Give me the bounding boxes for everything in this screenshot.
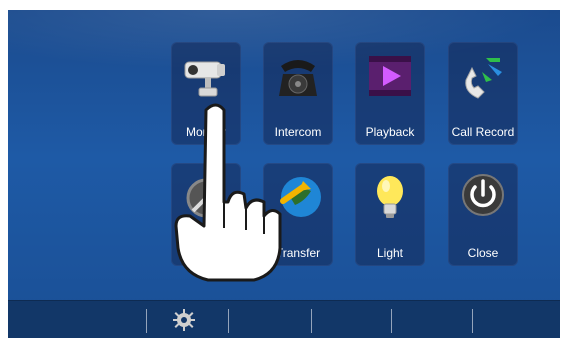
do-not-disturb-icon (186, 178, 226, 218)
toolbar-divider (391, 309, 392, 333)
intercom-tile[interactable]: Intercom (263, 42, 333, 145)
close-tile[interactable]: Close (448, 163, 518, 266)
toolbar-divider (228, 309, 229, 333)
bottom-toolbar (8, 300, 560, 338)
transfer-label: Transfer (275, 246, 321, 260)
light-label: Light (376, 246, 404, 260)
transfer-globe-icon (280, 177, 321, 217)
monitor-label: Monitor (185, 125, 226, 139)
gear-icon[interactable] (173, 309, 195, 331)
close-label: Close (467, 246, 499, 260)
call-log-icon (465, 58, 502, 99)
playback-label: Playback (365, 125, 415, 139)
do-not-disturb-label: Do Not Disrupt (186, 237, 225, 264)
playback-tile[interactable]: Playback (355, 42, 425, 145)
call-record-tile[interactable]: Call Record (448, 42, 518, 145)
toolbar-divider (146, 309, 147, 333)
toolbar-divider (472, 309, 473, 333)
light-bulb-icon (377, 176, 403, 218)
toolbar-divider (311, 309, 312, 333)
monitor-tile[interactable]: Monitor (171, 42, 241, 145)
do-not-disturb-tile[interactable]: Do Not Disrupt (171, 163, 241, 266)
rotary-phone-icon (279, 60, 317, 96)
call-record-label: Call Record (451, 125, 515, 139)
video-play-icon (369, 56, 411, 96)
home-screen: Monitor Intercom Playback Call Record Do… (8, 10, 560, 338)
transfer-tile[interactable]: Transfer (263, 163, 333, 266)
light-tile[interactable]: Light (355, 163, 425, 266)
intercom-label: Intercom (274, 125, 322, 139)
power-icon (462, 174, 504, 216)
security-camera-icon (184, 61, 225, 97)
